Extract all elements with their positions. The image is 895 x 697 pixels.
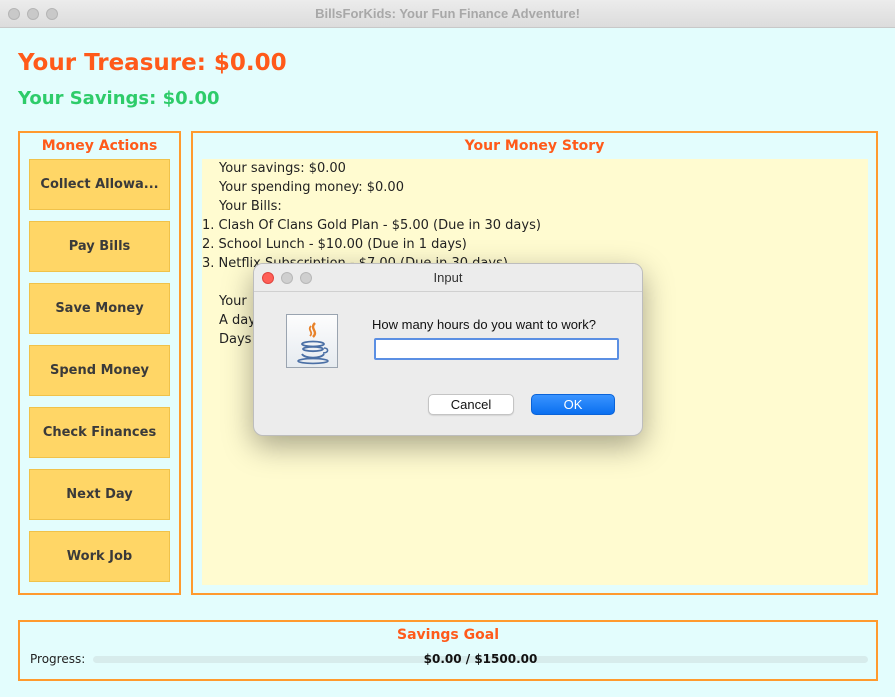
story-line: Your (219, 294, 247, 309)
story-line: 1. Clash Of Clans Gold Plan - $5.00 (Due… (202, 218, 541, 233)
savings-goal-title: Savings Goal (396, 627, 499, 643)
story-line: 2. School Lunch - $10.00 (Due in 1 days) (202, 237, 467, 252)
ok-button[interactable]: OK (531, 394, 615, 415)
work-job-button[interactable]: Work Job (29, 531, 170, 582)
progress-label: Progress: (30, 652, 86, 666)
dialog-title: Input (433, 270, 463, 285)
money-actions-title: Money Actions (41, 138, 158, 154)
window-title: BillsForKids: Your Fun Finance Adventure… (315, 6, 580, 21)
collect-allowance-button[interactable]: Collect Allowa... (29, 159, 170, 210)
check-finances-button[interactable]: Check Finances (29, 407, 170, 458)
java-icon (286, 314, 338, 368)
dialog-prompt: How many hours do you want to work? (372, 317, 596, 332)
spend-money-button[interactable]: Spend Money (29, 345, 170, 396)
story-line: A day (219, 313, 256, 328)
savings-goal-panel: Savings Goal Progress: $0.00 / $1500.00 (18, 620, 878, 681)
next-day-button[interactable]: Next Day (29, 469, 170, 520)
money-story-title: Your Money Story (464, 138, 605, 154)
story-line: Days (219, 332, 252, 347)
treasure-label: Your Treasure: $0.00 (18, 50, 287, 76)
save-money-button[interactable]: Save Money (29, 283, 170, 334)
money-actions-panel: Money Actions Collect Allowa... Pay Bill… (18, 131, 181, 595)
hours-input[interactable] (374, 338, 619, 360)
story-line: Your spending money: $0.00 (219, 180, 404, 195)
dialog-titlebar: Input (254, 264, 642, 292)
pay-bills-button[interactable]: Pay Bills (29, 221, 170, 272)
story-line: Your savings: $0.00 (219, 161, 346, 176)
savings-label: Your Savings: $0.00 (18, 88, 220, 109)
window-titlebar: BillsForKids: Your Fun Finance Adventure… (0, 0, 895, 28)
input-dialog: Input How many hours do you want to work… (253, 263, 643, 436)
progress-value-text: $0.00 / $1500.00 (423, 652, 538, 666)
story-line: Your Bills: (219, 199, 282, 214)
cancel-button[interactable]: Cancel (428, 394, 514, 415)
